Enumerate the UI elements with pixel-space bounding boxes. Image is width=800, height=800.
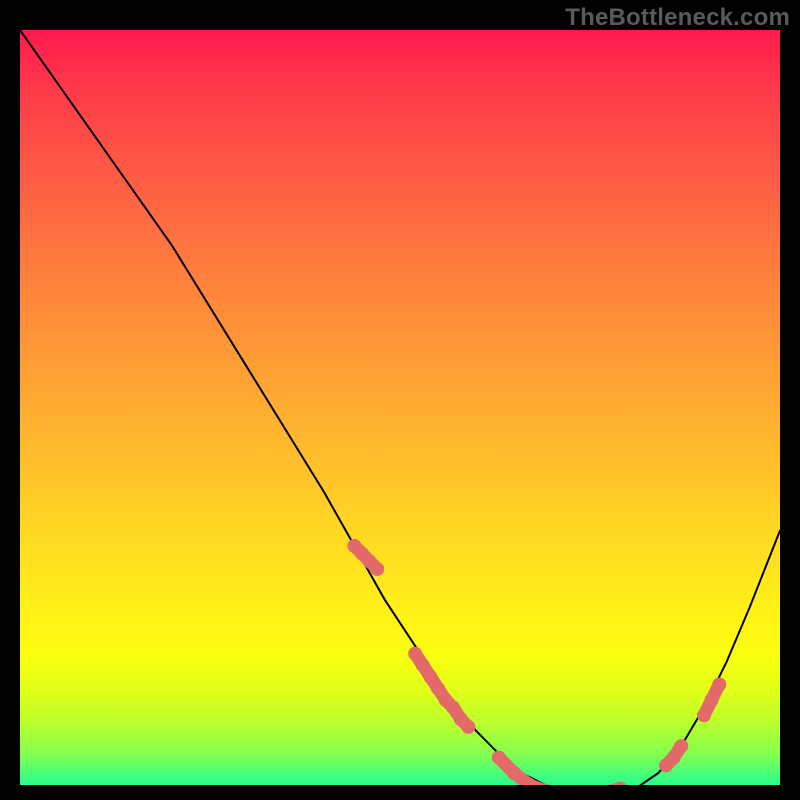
marker-dot (431, 681, 445, 695)
marker-dot (492, 751, 506, 765)
watermark-text: TheBottleneck.com (565, 4, 790, 32)
marker-dot (705, 693, 719, 707)
data-markers (347, 539, 726, 785)
marker-dot (697, 708, 711, 722)
curve-layer (20, 30, 780, 785)
plot-area (20, 30, 780, 785)
marker-dot (712, 678, 726, 692)
marker-dot (423, 670, 437, 684)
bottleneck-curve (20, 30, 780, 785)
plot-clip (20, 30, 780, 785)
marker-dot (370, 562, 384, 576)
marker-dot (416, 658, 430, 672)
marker-dot (507, 766, 521, 780)
marker-dot (667, 751, 681, 765)
chart-stage: TheBottleneck.com (0, 0, 800, 800)
marker-dot (461, 720, 475, 734)
marker-dot (446, 701, 460, 715)
marker-dot (408, 647, 422, 661)
marker-dot (674, 739, 688, 753)
